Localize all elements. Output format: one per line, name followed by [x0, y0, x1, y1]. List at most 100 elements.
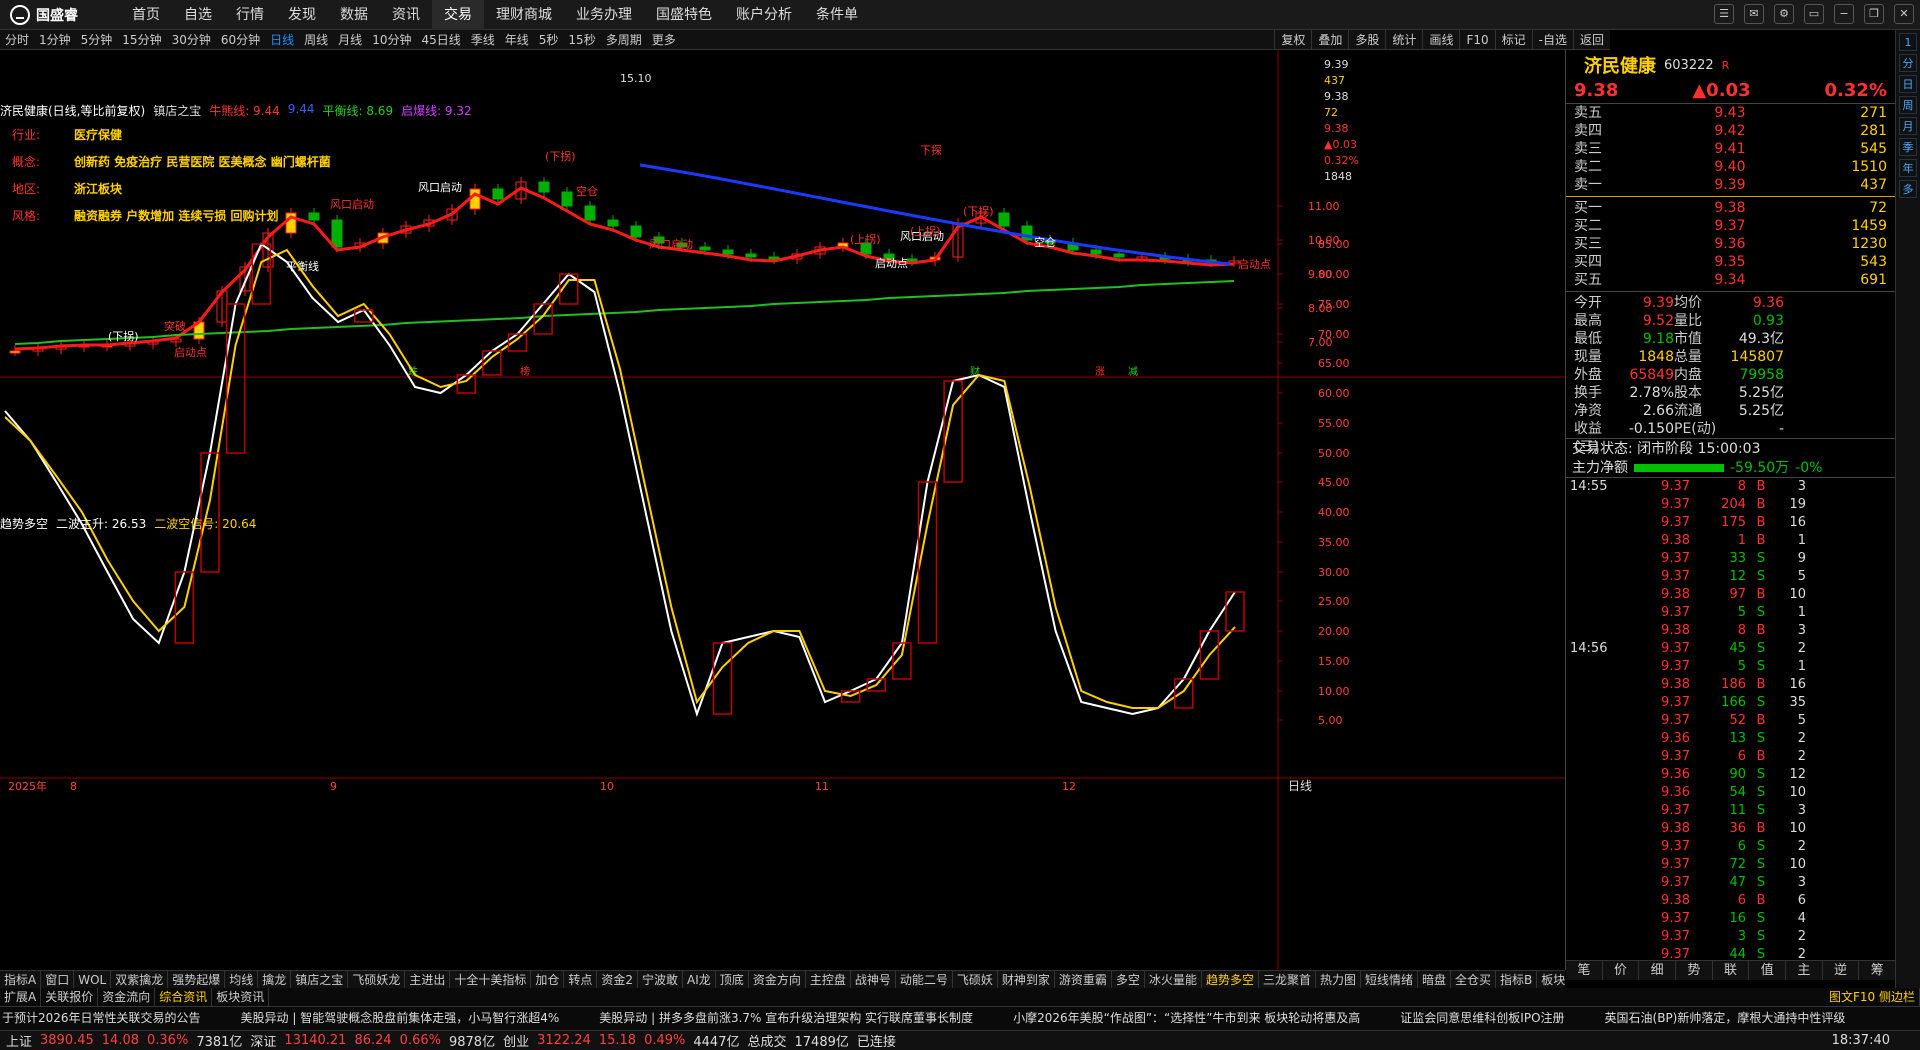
order-level[interactable]: 卖二 9.40 1510 — [1566, 158, 1895, 176]
index-name[interactable]: 创业 — [503, 1031, 529, 1050]
timeframe-tab[interactable]: 15分钟 — [117, 31, 166, 48]
order-level[interactable]: 买四 9.35 543 — [1566, 253, 1895, 271]
timeframe-tab[interactable]: 分时 — [0, 31, 34, 48]
chat-icon[interactable]: ☰ — [1714, 4, 1734, 24]
indicator-tab[interactable]: 飞硕妖龙 — [348, 971, 406, 988]
sidebar-icon[interactable]: 月 — [1899, 117, 1917, 135]
quote-tab[interactable]: 主 — [1786, 961, 1823, 980]
toolbar-button[interactable]: -自选 — [1531, 30, 1573, 50]
restore-icon[interactable]: ❐ — [1864, 4, 1884, 24]
timeframe-tab[interactable]: 1分钟 — [34, 31, 76, 48]
indicator-tab[interactable]: 指标A — [0, 971, 42, 988]
indicator-tab[interactable]: 镇店之宝 — [291, 971, 349, 988]
timeframe-tab[interactable]: 15秒 — [563, 31, 600, 48]
nav-item[interactable]: 行情 — [224, 0, 276, 30]
indicator-tab[interactable]: 强势起爆 — [168, 971, 226, 988]
indicator-tab[interactable]: 加仓 — [531, 971, 565, 988]
order-level[interactable]: 买三 9.36 1230 — [1566, 235, 1895, 253]
news-tab[interactable]: 综合资讯 — [155, 988, 213, 1006]
sidebar-icon[interactable]: 周 — [1899, 96, 1917, 114]
toolbar-button[interactable]: F10 — [1459, 30, 1494, 50]
timeframe-tab[interactable]: 30分钟 — [167, 31, 216, 48]
timeframe-tab[interactable]: 年线 — [500, 31, 534, 48]
indicator-tab[interactable]: 擒龙 — [258, 971, 292, 988]
close-icon[interactable]: ✕ — [1894, 4, 1914, 24]
quote-tab[interactable]: 逆 — [1823, 961, 1860, 980]
toolbar-button[interactable]: 标记 — [1494, 30, 1532, 50]
order-level[interactable]: 买一 9.38 72 — [1566, 199, 1895, 217]
indicator-tab[interactable]: 十全十美指标 — [450, 971, 532, 988]
timeframe-tab[interactable]: 60分钟 — [216, 31, 265, 48]
nav-item[interactable]: 自选 — [172, 0, 224, 30]
sidebar-icon[interactable]: 分 — [1899, 54, 1917, 72]
indicator-tab[interactable]: AI龙 — [683, 971, 716, 988]
timeframe-tab[interactable]: 更多 — [647, 31, 681, 48]
index-name[interactable]: 上证 — [6, 1031, 32, 1050]
main-indicator-name[interactable]: 镇店之宝 — [153, 102, 201, 118]
sub-indicator-name[interactable]: 趋势多空 — [0, 515, 48, 532]
timeframe-tab[interactable]: 多周期 — [601, 31, 647, 48]
toolbar-button[interactable]: 统计 — [1385, 30, 1422, 50]
timeframe-tab[interactable]: 季线 — [466, 31, 500, 48]
quote-tab[interactable]: 筹 — [1859, 961, 1897, 980]
news-tab[interactable]: 资金流向 — [98, 988, 156, 1006]
quote-tab[interactable]: 笔 — [1566, 961, 1603, 980]
indicator-tab[interactable]: 暗盘 — [1418, 971, 1452, 988]
indicator-tab[interactable]: 顶底 — [716, 971, 749, 988]
timeframe-tab[interactable]: 5分钟 — [76, 31, 118, 48]
nav-item[interactable]: 发现 — [276, 0, 328, 30]
news-item[interactable]: 美股异动 | 拼多多盘前涨3.7% 宣布升级治理架构 实行联席董事长制度 — [599, 1007, 973, 1028]
news-side-links[interactable]: 图文F10 侧边栏 — [1825, 988, 1920, 1006]
indicator-tab[interactable]: 转点 — [564, 971, 598, 988]
sidebar-icon[interactable]: 多 — [1899, 180, 1917, 198]
timeframe-tab[interactable]: 5秒 — [534, 31, 564, 48]
timeframe-tab[interactable]: 月线 — [333, 31, 367, 48]
nav-item[interactable]: 账户分析 — [724, 0, 804, 30]
news-tab[interactable]: 扩展A — [0, 988, 42, 1006]
nav-item[interactable]: 首页 — [120, 0, 172, 30]
sidebar-icon[interactable]: 年 — [1899, 159, 1917, 177]
indicator-tab[interactable]: 冰火量能 — [1145, 971, 1202, 988]
quote-tab[interactable]: 价 — [1603, 961, 1640, 980]
indicator-tab[interactable]: 宁波敢 — [638, 971, 684, 988]
quote-tab[interactable]: 细 — [1639, 961, 1677, 980]
indicator-tab[interactable]: 热力图 — [1316, 971, 1361, 988]
timeframe-tab[interactable]: 10分钟 — [367, 31, 416, 48]
indicator-tab[interactable]: 全仓买 — [1451, 971, 1497, 988]
indicator-tab[interactable]: WOL — [74, 971, 112, 988]
timeframe-tab[interactable]: 日线 — [265, 31, 299, 48]
toolbar-button[interactable]: 返回 — [1572, 30, 1610, 50]
news-item[interactable]: 证监会同意思维科创板IPO注册 — [1400, 1007, 1564, 1028]
timeframe-tab[interactable]: 周线 — [299, 31, 333, 48]
indicator-tab[interactable]: 财神到家 — [998, 971, 1055, 988]
nav-item[interactable]: 国盛特色 — [644, 0, 724, 30]
indicator-tab[interactable]: 主控盘 — [806, 971, 851, 988]
indicator-tab[interactable]: 资金方向 — [749, 971, 806, 988]
order-level[interactable]: 卖三 9.41 545 — [1566, 140, 1895, 158]
indicator-tab[interactable]: 动能二号 — [896, 971, 953, 988]
index-name[interactable]: 深证 — [250, 1031, 276, 1050]
indicator-tab[interactable]: 均线 — [225, 971, 259, 988]
quote-tab[interactable]: 联 — [1713, 961, 1750, 980]
indicator-tab[interactable]: 飞硕妖 — [953, 971, 998, 988]
order-level[interactable]: 买二 9.37 1459 — [1566, 217, 1895, 235]
order-level[interactable]: 卖四 9.42 281 — [1566, 122, 1895, 140]
indicator-tab[interactable]: 趋势多空 — [1202, 971, 1259, 988]
brand-logo[interactable]: 国盛睿 — [0, 0, 120, 30]
minimize-icon[interactable]: − — [1834, 4, 1854, 24]
sidebar-icon[interactable]: 1 — [1899, 33, 1917, 51]
indicator-tab[interactable]: 战神号 — [851, 971, 896, 988]
toolbar-button[interactable]: 画线 — [1422, 30, 1459, 50]
indicator-tab[interactable]: 三龙聚首 — [1259, 971, 1316, 988]
indicator-tab[interactable]: 游资重霸 — [1055, 971, 1112, 988]
toolbar-button[interactable]: 多股 — [1348, 30, 1385, 50]
news-tab[interactable]: 板块资讯 — [212, 988, 270, 1006]
indicator-tab[interactable]: 多空 — [1112, 971, 1145, 988]
message-icon[interactable]: ✉ — [1744, 4, 1764, 24]
order-level[interactable]: 卖五 9.43 271 — [1566, 104, 1895, 122]
stock-name[interactable]: 济民健康 — [1584, 52, 1656, 78]
indicator-tab[interactable]: 短线情绪 — [1361, 971, 1419, 988]
sidebar-icon[interactable]: 日 — [1899, 75, 1917, 93]
indicator-tab[interactable]: 指标B — [1496, 971, 1538, 988]
chart-area[interactable]: 11.00 10.00 9.00 8.00 7.00 9.39 437 9.38 72 9.38 ▲… — [0, 50, 1565, 970]
